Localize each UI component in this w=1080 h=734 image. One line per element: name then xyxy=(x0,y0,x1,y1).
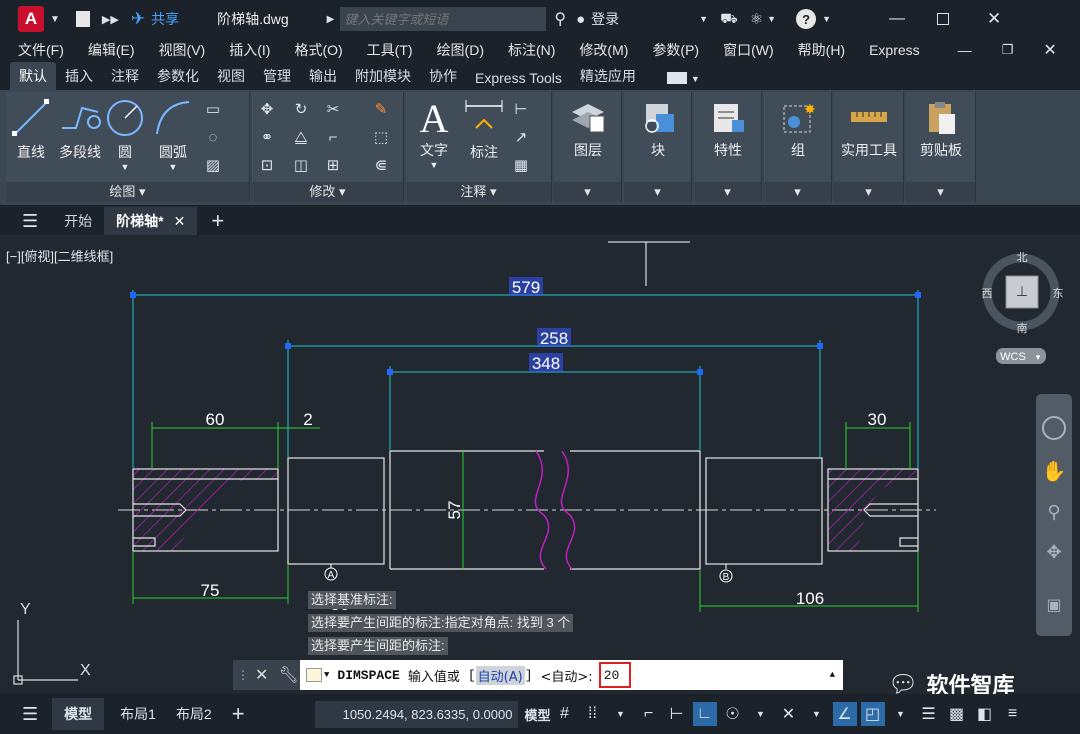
command-default: <自动>: xyxy=(540,669,593,685)
dim-579[interactable]: 579 xyxy=(512,278,540,297)
object-snap-icon[interactable]: ◰ xyxy=(860,702,885,726)
command-recent-dropdown-icon[interactable]: ▼ xyxy=(324,670,329,680)
zoom-icon[interactable]: ⚲ xyxy=(1047,502,1060,522)
dim-258[interactable]: 258 xyxy=(540,329,568,348)
selection-cycling-icon[interactable]: ◧ xyxy=(973,702,997,726)
viewcube-face-icon: ⊥ xyxy=(1016,283,1028,299)
dim-348[interactable]: 348 xyxy=(532,354,560,373)
command-input-value[interactable]: 20 xyxy=(598,662,632,688)
infer-constraints-icon[interactable]: ⊢ xyxy=(665,702,689,726)
ortho-icon[interactable]: ∟ xyxy=(692,702,717,726)
lineweight-icon[interactable]: ☰ xyxy=(917,702,941,726)
dim-106[interactable]: 106 xyxy=(796,589,824,608)
orbit-icon[interactable]: ✥ xyxy=(1046,542,1061,562)
snap-dropdown-icon[interactable]: ▼ xyxy=(609,702,633,726)
command-history-line: 选择要产生间距的标注:指定对角点: 找到 3 个 xyxy=(308,614,574,632)
command-close-icon[interactable]: ✕ xyxy=(255,665,268,685)
ucs-x-label: X xyxy=(80,662,91,679)
dim-75[interactable]: 75 xyxy=(201,581,220,600)
viewcube-east[interactable]: 东 xyxy=(1053,287,1064,300)
showmotion-icon[interactable]: ▣ xyxy=(1046,597,1061,614)
command-bracket-open: [ xyxy=(467,667,476,683)
dim-60[interactable]: 60 xyxy=(206,410,225,429)
dim-57[interactable]: 57 xyxy=(445,501,464,520)
coordinate-readout[interactable]: 1050.2494, 823.6335, 0.0000 xyxy=(314,700,519,728)
transparency-icon[interactable]: ▩ xyxy=(945,702,969,726)
command-bracket-close: ] xyxy=(524,667,533,683)
object-snap-tracking-icon[interactable]: ∠ xyxy=(832,702,857,726)
isodraft-dropdown-icon[interactable]: ▼ xyxy=(805,702,829,726)
command-history-line: 选择要产生间距的标注: xyxy=(308,637,448,655)
customize-status-icon[interactable]: ≡ xyxy=(1001,702,1025,726)
model-space-button[interactable]: 模型 xyxy=(524,705,550,724)
tab-layout2[interactable]: 布局2 xyxy=(168,704,220,724)
add-layout-icon[interactable]: + xyxy=(232,701,245,727)
ucs-icon xyxy=(13,620,78,685)
command-prompt: 输入值或 xyxy=(407,669,460,685)
polar-dropdown-icon[interactable]: ▼ xyxy=(749,702,773,726)
viewcube-north[interactable]: 北 xyxy=(1017,251,1028,264)
datum-a-label: A xyxy=(328,570,335,581)
dimension-lines-selected xyxy=(132,290,919,469)
command-line[interactable]: ▼ DIMSPACE 输入值或 [ 自动(A) ] <自动>: 20 ▲ xyxy=(300,660,843,690)
isodraft-icon[interactable]: ✕ xyxy=(777,702,801,726)
command-name: DIMSPACE xyxy=(337,667,400,683)
viewcube-south[interactable]: 南 xyxy=(1017,322,1028,335)
selection-grips[interactable] xyxy=(130,292,921,375)
tab-model[interactable]: 模型 xyxy=(52,698,105,730)
polar-tracking-icon[interactable]: ☉ xyxy=(721,702,745,726)
layout-menu-icon[interactable]: ☰ xyxy=(22,704,38,725)
command-option-auto[interactable]: 自动(A) xyxy=(475,665,525,685)
snap-icon[interactable]: ⁞⁞ xyxy=(581,702,605,726)
object-snap-dropdown-icon[interactable]: ▼ xyxy=(889,702,913,726)
command-grip-icon[interactable]: ⋮ xyxy=(237,668,249,682)
dynamic-input-icon[interactable]: ⌐ xyxy=(637,702,661,726)
dim-30[interactable]: 30 xyxy=(868,410,887,429)
viewcube-west[interactable]: 西 xyxy=(982,287,993,300)
command-customize-icon[interactable]: 🔧︎ xyxy=(278,665,298,685)
command-line-toolbar: ⋮ ✕ 🔧︎ xyxy=(233,660,300,690)
ucs-y-label: Y xyxy=(20,601,31,618)
grid-icon[interactable]: # xyxy=(553,702,577,726)
tab-layout1[interactable]: 布局1 xyxy=(112,704,164,724)
dim-2[interactable]: 2 xyxy=(303,410,312,429)
status-bar: ☰ 模型 布局1 布局2 + 1050.2494, 823.6335, 0.00… xyxy=(0,694,1080,734)
datum-b-label: B xyxy=(723,572,730,583)
command-history-toggle-icon[interactable]: ▲ xyxy=(830,670,835,680)
pan-icon[interactable]: ✋ xyxy=(1042,459,1067,483)
command-icon xyxy=(306,668,322,682)
wcs-label: WCS xyxy=(1000,351,1026,363)
wcs-dropdown-icon[interactable]: ▾ xyxy=(1036,352,1041,362)
command-history-line: 选择基准标注: xyxy=(308,591,396,609)
